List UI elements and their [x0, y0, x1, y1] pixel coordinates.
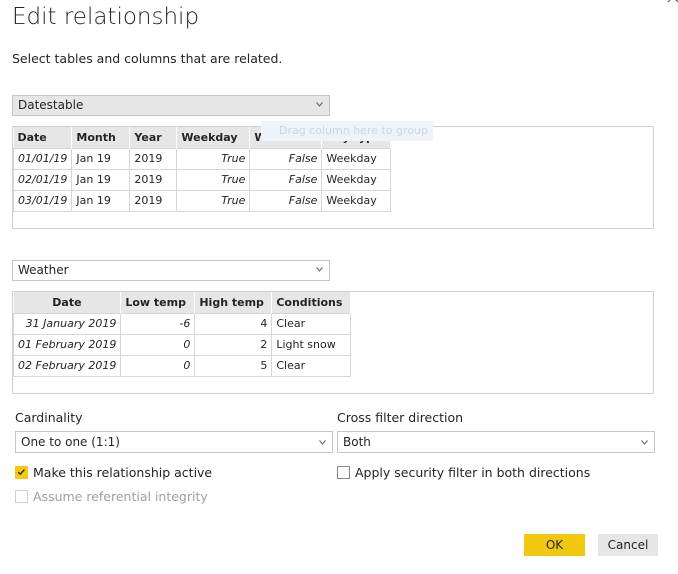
dialog-title: Edit relationship [12, 4, 200, 30]
table2-grid: Date Low temp High temp Conditions 31 Ja… [12, 292, 352, 377]
table-cell: Weekday [321, 147, 392, 170]
table-cell: 2019 [129, 168, 178, 191]
security-filter-checkbox[interactable] [337, 466, 350, 479]
table-cell: Clear [271, 312, 352, 335]
chevron-down-icon [316, 267, 323, 272]
active-checkbox[interactable] [15, 466, 28, 479]
cancel-button[interactable]: Cancel [598, 534, 658, 556]
column-header[interactable]: Date [13, 127, 73, 148]
table-row: 31 January 2019 -6 4 Clear [12, 312, 352, 335]
chevron-down-icon [641, 440, 648, 445]
cross-filter-value: Both [343, 435, 371, 449]
table1-preview: Date Month Year Weekday Weekend Day type… [12, 126, 654, 229]
table-cell: 2019 [129, 147, 178, 170]
active-label[interactable]: Make this relationship active [33, 465, 212, 480]
drag-ghost-text: Drag column here to group [279, 124, 428, 137]
table-cell: True [176, 168, 251, 191]
table-row: 02 February 2019 0 5 Clear [12, 354, 352, 377]
table-cell: 5 [194, 354, 273, 377]
column-header[interactable]: Month [71, 127, 131, 148]
cross-filter-label: Cross filter direction [337, 410, 464, 425]
column-header[interactable]: Weekday [176, 127, 251, 148]
table-cell: 2 [194, 333, 273, 356]
table-cell: 31 January 2019 [12, 312, 122, 335]
cardinality-select[interactable]: One to one (1:1) [15, 431, 333, 453]
table-cell: 0 [120, 333, 196, 356]
table2-preview: Date Low temp High temp Conditions 31 Ja… [12, 291, 654, 394]
table2-header-row: Date Low temp High temp Conditions [13, 292, 352, 313]
table1-select-value: Datestable [18, 98, 84, 112]
security-filter-label[interactable]: Apply security filter in both directions [355, 465, 590, 480]
referential-integrity-checkbox [15, 490, 28, 503]
drag-ghost: Drag column here to group [261, 121, 433, 141]
table2-select[interactable]: Weather [12, 260, 330, 281]
table-row: 02/01/19 Jan 19 2019 True False Weekday [12, 168, 392, 191]
column-header[interactable]: Conditions [271, 292, 352, 313]
table-cell: False [249, 168, 323, 191]
table-cell: 02/01/19 [12, 168, 73, 191]
table-cell: True [176, 189, 251, 212]
cardinality-value: One to one (1:1) [21, 435, 120, 449]
chevron-down-icon [316, 102, 323, 107]
cross-filter-select[interactable]: Both [337, 431, 655, 453]
table-cell: 4 [194, 312, 273, 335]
table-cell: -6 [120, 312, 196, 335]
table-cell: 2019 [129, 189, 178, 212]
table-cell: Weekday [321, 168, 392, 191]
table-cell: Jan 19 [71, 189, 131, 212]
close-icon[interactable] [664, 0, 678, 6]
table-cell: False [249, 147, 323, 170]
table-cell: Weekday [321, 189, 392, 212]
table2-select-value: Weather [18, 263, 69, 277]
chevron-down-icon [319, 440, 326, 445]
column-header[interactable]: High temp [194, 292, 273, 313]
table-cell: Jan 19 [71, 147, 131, 170]
table-cell: True [176, 147, 251, 170]
table-row: 03/01/19 Jan 19 2019 True False Weekday [12, 189, 392, 212]
table-row: 01 February 2019 0 2 Light snow [12, 333, 352, 356]
table-cell: Jan 19 [71, 168, 131, 191]
column-header[interactable]: Date [13, 292, 122, 313]
ok-button[interactable]: OK [524, 534, 585, 556]
table-cell: Light snow [271, 333, 352, 356]
table-cell: False [249, 189, 323, 212]
dialog-subtitle: Select tables and columns that are relat… [12, 51, 283, 66]
referential-integrity-label: Assume referential integrity [33, 489, 208, 504]
cardinality-label: Cardinality [15, 410, 83, 425]
checkmark-icon [17, 469, 25, 476]
table1-select[interactable]: Datestable [12, 95, 330, 116]
table-cell: 01/01/19 [12, 147, 73, 170]
table-cell: 0 [120, 354, 196, 377]
table-cell: 01 February 2019 [12, 333, 122, 356]
table-row: 01/01/19 Jan 19 2019 True False Weekday [12, 147, 392, 170]
table-cell: 02 February 2019 [12, 354, 122, 377]
table-cell: 03/01/19 [12, 189, 73, 212]
column-header[interactable]: Year [129, 127, 178, 148]
column-header[interactable]: Low temp [120, 292, 196, 313]
table-cell: Clear [271, 354, 352, 377]
